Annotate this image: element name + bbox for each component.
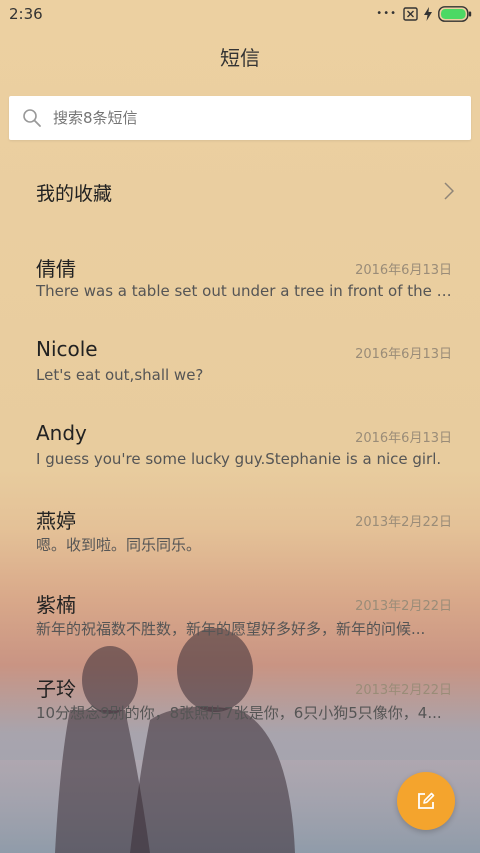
- more-notifications-icon: •••: [376, 8, 397, 19]
- battery-icon: [438, 6, 472, 22]
- conversation-item[interactable]: 燕婷 2013年2月22日 嗯。收到啦。同乐同乐。: [0, 505, 480, 585]
- no-sim-icon: [403, 7, 418, 21]
- message-date: 2013年2月22日: [355, 599, 452, 614]
- compose-button[interactable]: [397, 772, 455, 830]
- charging-icon: [424, 7, 432, 21]
- message-date: 2013年2月22日: [355, 515, 452, 530]
- message-preview: Let's eat out,shall we?: [36, 366, 204, 384]
- message-date: 2016年6月13日: [355, 431, 452, 446]
- search-input[interactable]: [53, 96, 453, 140]
- chevron-right-icon: [444, 182, 454, 200]
- favorites-label: 我的收藏: [36, 183, 113, 205]
- contact-name: 倩倩: [36, 257, 76, 281]
- page-title: 短信: [220, 46, 260, 70]
- conversation-item[interactable]: Nicole 2016年6月13日 Let's eat out,shall we…: [0, 337, 480, 417]
- message-preview: 10分想念9别的你，8张照片7张是你，6只小狗5只像你，4...: [36, 704, 442, 722]
- contact-name: Andy: [36, 421, 87, 445]
- message-preview: 嗯。收到啦。同乐同乐。: [36, 536, 202, 554]
- conversation-item[interactable]: 紫楠 2013年2月22日 新年的祝福数不胜数，新年的愿望好多好多，新年的问候.…: [0, 589, 480, 669]
- message-date: 2016年6月13日: [355, 263, 452, 278]
- contact-name: 子玲: [36, 677, 76, 701]
- conversation-item[interactable]: 倩倩 2016年6月13日 There was a table set out …: [0, 253, 480, 333]
- status-bar: 2:36 •••: [0, 0, 480, 28]
- contact-name: 紫楠: [36, 593, 76, 617]
- search-bar[interactable]: [9, 96, 471, 140]
- status-icons: •••: [376, 6, 472, 22]
- message-date: 2013年2月22日: [355, 683, 452, 698]
- message-date: 2016年6月13日: [355, 347, 452, 362]
- contact-name: Nicole: [36, 337, 98, 361]
- contact-name: 燕婷: [36, 509, 76, 533]
- conversation-item[interactable]: Andy 2016年6月13日 I guess you're some luck…: [0, 421, 480, 501]
- compose-icon: [418, 792, 435, 809]
- favorites-row[interactable]: 我的收藏: [0, 163, 480, 219]
- search-icon: [23, 109, 41, 127]
- conversation-item[interactable]: 子玲 2013年2月22日 10分想念9别的你，8张照片7张是你，6只小狗5只像…: [0, 673, 480, 753]
- message-preview: I guess you're some lucky guy.Stephanie …: [36, 450, 442, 468]
- message-preview: 新年的祝福数不胜数，新年的愿望好多好多，新年的问候...: [36, 620, 426, 638]
- status-time: 2:36: [9, 5, 43, 23]
- message-preview: There was a table set out under a tree i…: [36, 282, 454, 300]
